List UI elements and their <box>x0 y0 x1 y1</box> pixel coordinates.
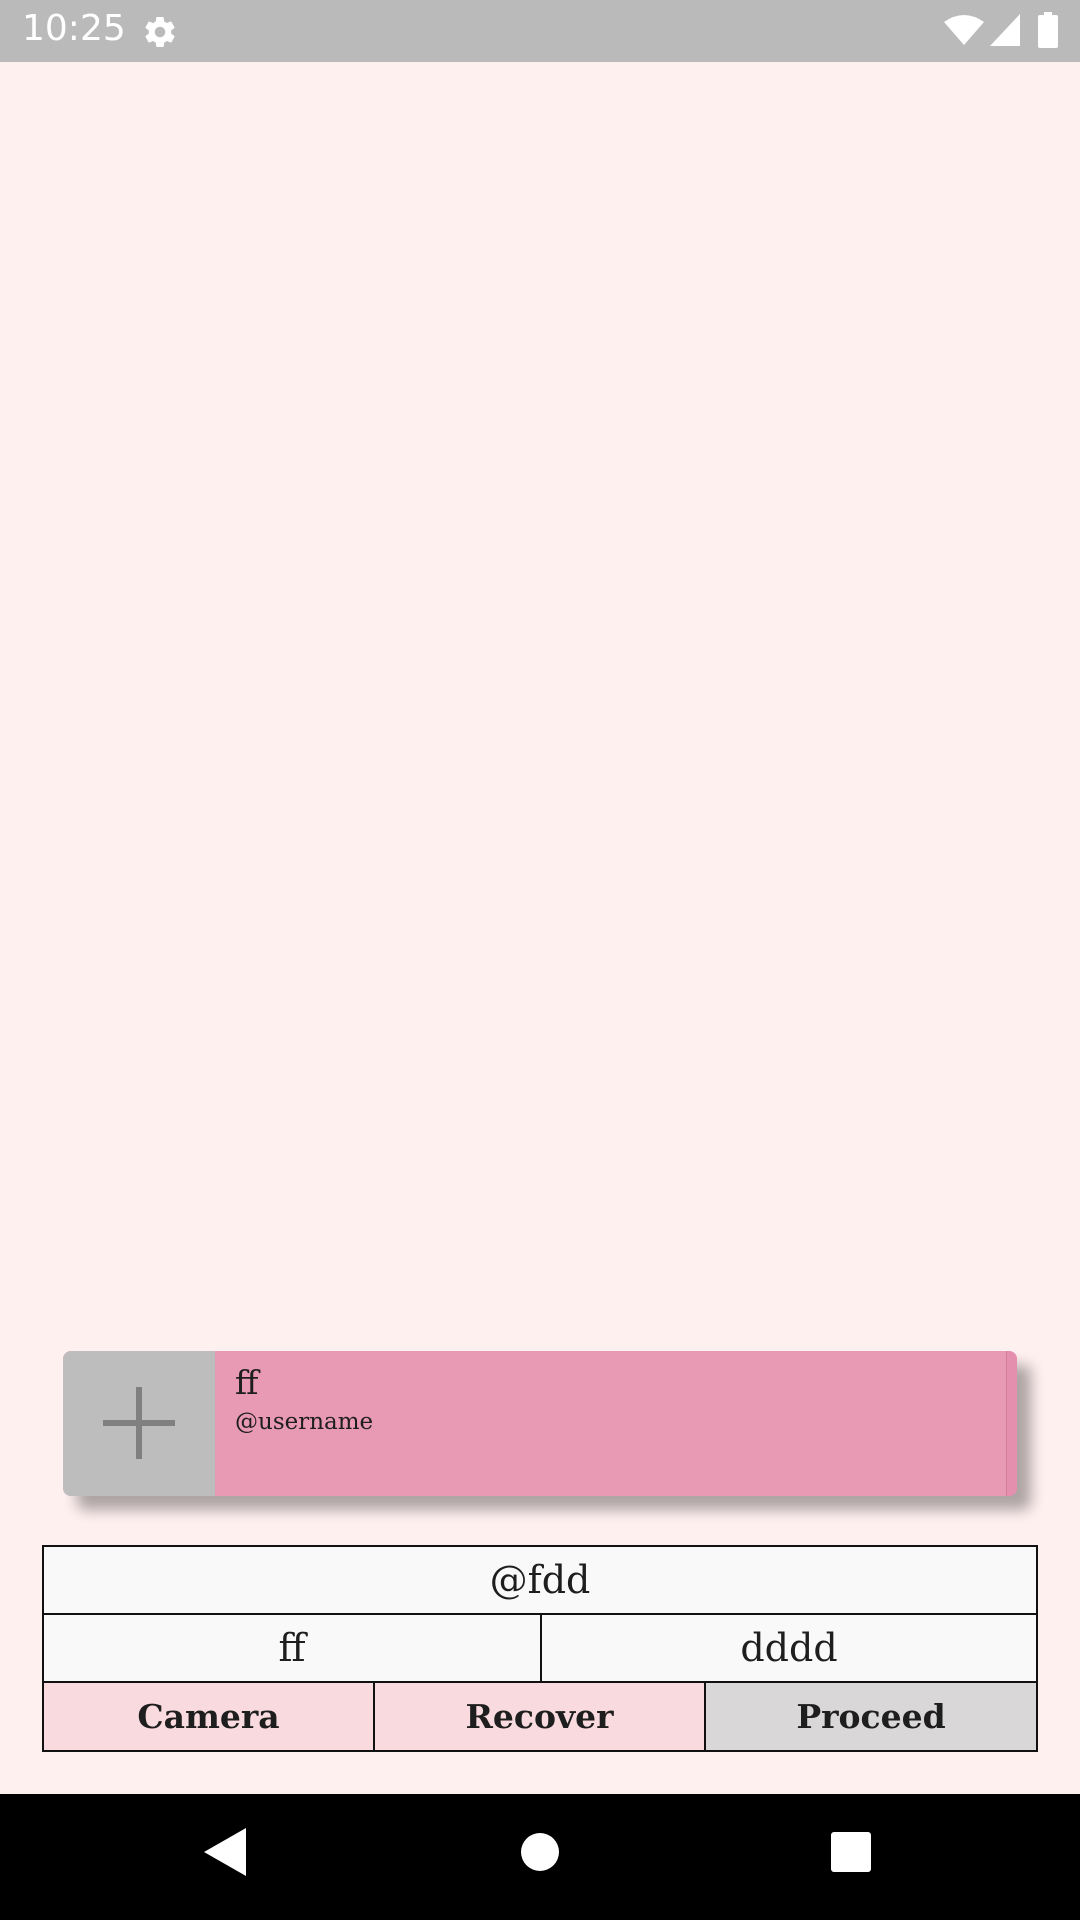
main-content <box>0 62 1080 1794</box>
status-bar: 10:25 <box>0 0 1080 62</box>
user-card[interactable]: ff @username <box>63 1351 1017 1496</box>
right-value-cell: dddd <box>740 1626 838 1670</box>
card-username: @username <box>235 1409 374 1435</box>
action-buttons: Camera Recover Proceed <box>44 1683 1036 1750</box>
info-table: @fdd ff dddd Camera Recover Proceed <box>42 1545 1038 1752</box>
camera-button[interactable]: Camera <box>44 1683 375 1750</box>
recover-button[interactable]: Recover <box>375 1683 706 1750</box>
gear-icon <box>145 17 175 48</box>
wifi-icon <box>944 15 984 45</box>
proceed-button[interactable]: Proceed <box>706 1683 1036 1750</box>
handle-cell: @fdd <box>44 1547 1036 1615</box>
left-value-cell: ff <box>44 1615 542 1681</box>
values-row: ff dddd <box>44 1615 1036 1683</box>
add-button[interactable] <box>63 1351 215 1496</box>
back-icon[interactable] <box>204 1828 246 1876</box>
plus-icon <box>103 1387 175 1459</box>
home-icon[interactable] <box>520 1832 560 1872</box>
navigation-bar <box>0 1794 1080 1920</box>
card-name: ff <box>235 1363 259 1402</box>
card-edge <box>1006 1351 1017 1496</box>
battery-icon <box>1038 12 1058 48</box>
status-time: 10:25 <box>22 8 126 49</box>
recents-icon[interactable] <box>831 1832 871 1872</box>
signal-icon <box>990 14 1020 46</box>
